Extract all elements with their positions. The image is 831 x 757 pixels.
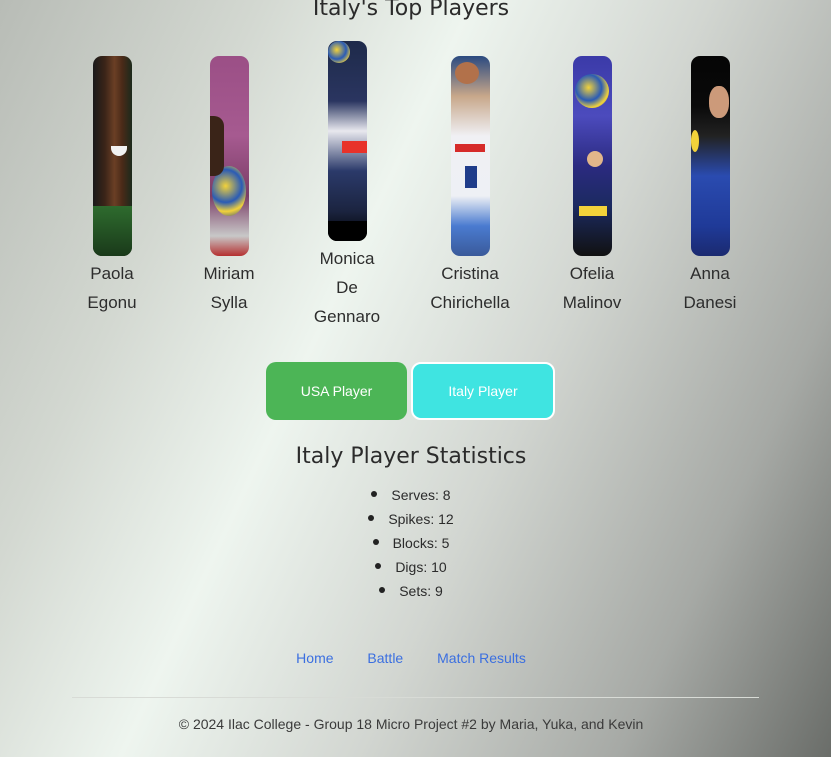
bullet-icon	[371, 491, 378, 498]
player-photo[interactable]	[690, 56, 730, 256]
player-card[interactable]: Anna Danesi	[655, 56, 765, 317]
bullet-icon	[375, 563, 382, 570]
nav-link-home[interactable]: Home	[296, 650, 333, 666]
stat-item: Serves: 8	[0, 483, 822, 507]
bullet-icon	[379, 587, 386, 594]
italy-player-button[interactable]: Italy Player	[411, 362, 555, 420]
player-name: Paola Egonu	[87, 264, 137, 312]
footer-nav: Home Battle Match Results	[0, 650, 822, 666]
player-card[interactable]: Cristina Chirichella	[415, 56, 525, 317]
player-card[interactable]: Ofelia Malinov	[537, 56, 647, 317]
bullet-icon	[368, 515, 375, 522]
player-card[interactable]: Paola Egonu	[57, 56, 167, 317]
player-name: Ofelia Malinov	[562, 264, 622, 312]
stat-item: Spikes: 12	[0, 507, 822, 531]
stat-item: Blocks: 5	[0, 531, 822, 555]
player-card[interactable]: Miriam Sylla	[174, 56, 284, 317]
usa-player-button[interactable]: USA Player	[266, 362, 407, 420]
player-photo[interactable]	[209, 56, 249, 256]
player-name: Monica De Gennaro	[313, 249, 381, 326]
bullet-icon	[372, 539, 379, 546]
footer-divider	[72, 697, 759, 698]
nav-link-battle[interactable]: Battle	[367, 650, 403, 666]
player-name: Cristina Chirichella	[430, 264, 510, 312]
player-photo[interactable]	[327, 41, 367, 241]
player-name: Anna Danesi	[683, 264, 737, 312]
player-name: Miriam Sylla	[203, 264, 255, 312]
stat-item: Digs: 10	[0, 555, 822, 579]
nav-link-match-results[interactable]: Match Results	[437, 650, 526, 666]
player-photo[interactable]	[572, 56, 612, 256]
player-photo[interactable]	[92, 56, 132, 256]
stats-title: Italy Player Statistics	[295, 444, 527, 469]
players-gallery: Paola Egonu Miriam Sylla Monica De Genna…	[0, 0, 831, 340]
team-toggle: USA Player Italy Player	[266, 362, 566, 420]
stat-item: Sets: 9	[0, 579, 822, 603]
player-photo[interactable]	[450, 56, 490, 256]
stats-list: Serves: 8 Spikes: 12 Blocks: 5 Digs: 10 …	[0, 483, 822, 603]
footer-copyright: © 2024 Ilac College - Group 18 Micro Pro…	[178, 716, 644, 732]
player-card[interactable]: Monica De Gennaro	[292, 41, 402, 331]
